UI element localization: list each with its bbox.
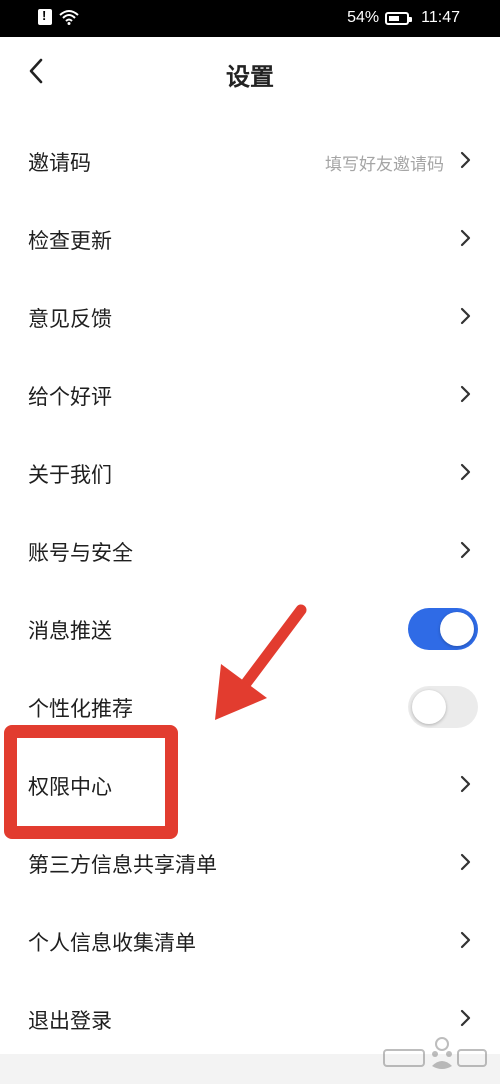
row-label: 邀请码 (28, 151, 91, 175)
status-right: 54% 11:47 (347, 9, 460, 27)
row-about-us[interactable]: 关于我们 (0, 433, 500, 511)
chevron-right-icon (460, 931, 471, 949)
chevron-right-icon (460, 463, 471, 481)
row-personalized-recommendation: 个性化推荐 (0, 667, 500, 745)
personalized-recommendation-toggle[interactable] (408, 686, 478, 728)
row-label: 消息推送 (28, 619, 112, 643)
row-label: 账号与安全 (28, 541, 133, 565)
clock: 11:47 (421, 9, 460, 26)
chevron-right-icon (460, 775, 471, 793)
row-label: 权限中心 (28, 775, 112, 799)
chevron-right-icon (460, 1009, 471, 1027)
row-push-notifications: 消息推送 (0, 589, 500, 667)
status-bar: 54% 11:47 (0, 0, 500, 37)
chevron-right-icon (460, 853, 471, 871)
status-left (38, 8, 80, 25)
row-logout[interactable]: 退出登录 (0, 979, 500, 1057)
row-label: 关于我们 (28, 463, 112, 487)
row-label: 退出登录 (28, 1009, 112, 1033)
row-feedback[interactable]: 意见反馈 (0, 277, 500, 355)
row-third-party-sharing-list[interactable]: 第三方信息共享清单 (0, 823, 500, 901)
row-rate-app[interactable]: 给个好评 (0, 355, 500, 433)
push-notifications-toggle[interactable] (408, 608, 478, 650)
row-label: 第三方信息共享清单 (28, 853, 217, 877)
row-label: 给个好评 (28, 385, 112, 409)
row-label: 个人信息收集清单 (28, 931, 196, 955)
battery-icon (385, 11, 413, 25)
row-label: 意见反馈 (28, 307, 112, 331)
chevron-right-icon (460, 229, 471, 247)
sim-alert-icon (38, 8, 52, 25)
chevron-right-icon (460, 385, 471, 403)
row-label: 检查更新 (28, 229, 112, 253)
row-permission-center[interactable]: 权限中心 (0, 745, 500, 823)
wifi-icon (59, 10, 79, 25)
battery-percent: 54% (347, 9, 380, 26)
bottom-bar (0, 1054, 500, 1084)
chevron-right-icon (460, 151, 471, 169)
chevron-right-icon (460, 541, 471, 559)
settings-list: 邀请码 填写好友邀请码 检查更新 意见反馈 给个好评 关于我们 账号与安全 消息… (0, 121, 500, 1057)
toggle-knob (412, 690, 446, 724)
page-title: 设置 (226, 63, 274, 91)
toggle-knob (440, 612, 474, 646)
row-label: 个性化推荐 (28, 697, 133, 721)
row-check-update[interactable]: 检查更新 (0, 199, 500, 277)
row-account-security[interactable]: 账号与安全 (0, 511, 500, 589)
chevron-right-icon (460, 307, 471, 325)
header: 设置 (0, 37, 500, 109)
row-invite-code[interactable]: 邀请码 填写好友邀请码 (0, 121, 500, 199)
row-personal-info-collection-list[interactable]: 个人信息收集清单 (0, 901, 500, 979)
invite-code-hint: 填写好友邀请码 (325, 155, 444, 175)
